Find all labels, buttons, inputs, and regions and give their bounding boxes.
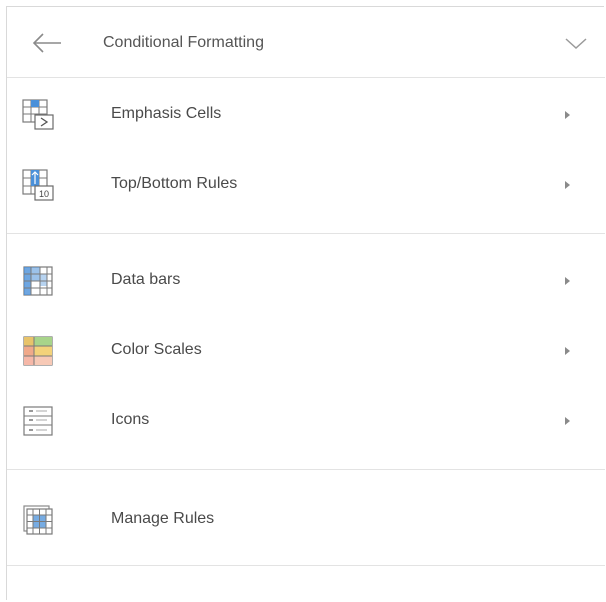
icon-sets-icon <box>23 406 53 436</box>
menu-item-data-bars[interactable]: Data bars <box>7 245 605 315</box>
chevron-right-icon <box>565 181 570 189</box>
menu-item-label: Manage Rules <box>111 510 215 527</box>
chevron-down-icon[interactable] <box>563 33 589 53</box>
menu-item-label: Icons <box>111 411 150 428</box>
chevron-right-icon <box>565 277 570 285</box>
chevron-right-icon <box>565 417 570 425</box>
back-arrow-icon[interactable] <box>29 30 65 56</box>
section-divider <box>7 565 605 566</box>
menu-item-color-scales[interactable]: Color Scales <box>7 315 605 385</box>
menu-item-label: Top/Bottom Rules <box>111 175 238 192</box>
chevron-right-icon <box>565 347 570 355</box>
menu-item-emphasis-cells[interactable]: Emphasis Cells <box>7 79 605 149</box>
section-divider <box>7 469 605 470</box>
menu-item-manage-rules[interactable]: Manage Rules <box>7 484 605 554</box>
section-divider <box>7 233 605 234</box>
menu-item-label: Color Scales <box>111 341 202 358</box>
chevron-right-icon <box>565 111 570 119</box>
top-bottom-icon-number: 10 <box>39 189 49 199</box>
manage-rules-icon <box>23 505 53 535</box>
menu-item-label: Data bars <box>111 271 181 288</box>
panel-header: Conditional Formatting <box>7 7 605 78</box>
emphasis-cells-icon <box>22 99 54 130</box>
top-bottom-rules-icon: 10 <box>22 169 54 201</box>
menu-item-top-bottom-rules[interactable]: 10 Top/Bottom Rules <box>7 149 605 219</box>
page-title: Conditional Formatting <box>103 34 264 51</box>
data-bars-icon <box>23 266 53 296</box>
menu-item-label: Emphasis Cells <box>111 105 222 122</box>
color-scales-icon <box>23 336 53 366</box>
menu-item-icons[interactable]: Icons <box>7 385 605 455</box>
conditional-formatting-panel: Conditional Formatting Emphasis Cells 10… <box>6 6 605 600</box>
